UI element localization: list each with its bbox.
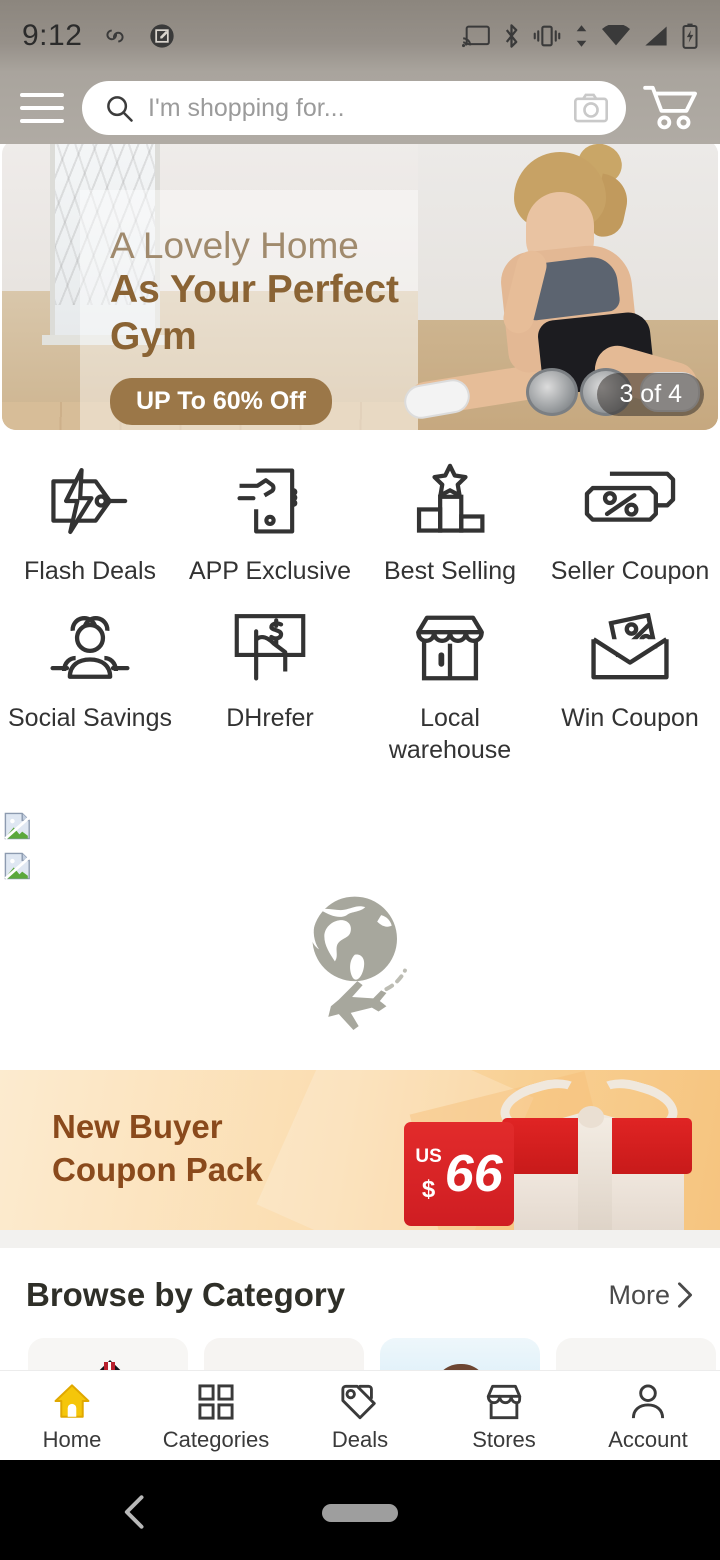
android-navigation-bar	[0, 1460, 720, 1560]
dhrefer-icon	[230, 605, 310, 691]
tab-label: Stores	[472, 1426, 536, 1452]
camera-icon[interactable]	[574, 93, 608, 123]
coupon-value-tag: US $ 66	[404, 1122, 514, 1226]
quick-link-dhrefer[interactable]: DHrefer	[180, 587, 360, 766]
tab-deals[interactable]: Deals	[288, 1379, 432, 1453]
new-buyer-coupon-banner[interactable]: US $ 66 New Buyer Coupon Pack	[0, 1070, 720, 1230]
coupon-currency: US	[415, 1145, 442, 1167]
gesture-pill[interactable]	[322, 1504, 398, 1522]
wifi-icon	[602, 25, 630, 46]
hero-dumbbell	[526, 368, 578, 416]
hero-banner-carousel[interactable]: A Lovely Home As Your Perfect Gym UP To …	[2, 140, 718, 430]
shopping-cart-icon	[643, 85, 697, 130]
quick-links-row-1: Flash Deals APP Exclusive Best Selling S…	[0, 440, 720, 587]
status-bar: 9:12	[0, 0, 720, 72]
quick-link-label: Best Selling	[383, 557, 517, 585]
cast-icon	[462, 25, 490, 48]
vibrate-icon	[533, 25, 561, 47]
broken-image-placeholders	[4, 812, 32, 892]
quick-link-label: APP Exclusive	[188, 557, 352, 585]
browse-by-category-section: Browse by Category More	[0, 1248, 720, 1428]
app-screen: 9:12 I'm shopping for... A Lovely Home A…	[0, 0, 720, 1560]
home-icon	[52, 1379, 92, 1421]
screenshot-edit-icon	[150, 24, 175, 48]
tab-stores[interactable]: Stores	[432, 1379, 576, 1453]
search-placeholder: I'm shopping for...	[148, 93, 345, 122]
battery-charging-icon	[682, 23, 698, 49]
tab-home[interactable]: Home	[0, 1379, 144, 1453]
flash-deals-icon	[45, 458, 135, 544]
tab-label: Deals	[331, 1426, 389, 1452]
status-bar-right	[462, 23, 698, 49]
category-header: Browse by Category More	[0, 1248, 720, 1314]
tab-label: Account	[608, 1426, 688, 1452]
coupon-headline-1: New Buyer	[52, 1108, 223, 1145]
tab-categories[interactable]: Categories	[144, 1379, 288, 1453]
bluetooth-icon	[505, 24, 518, 48]
social-savings-icon	[44, 605, 136, 691]
coupon-amount: 66	[444, 1144, 503, 1203]
tag-icon	[340, 1379, 380, 1421]
grid-icon	[197, 1379, 235, 1421]
quick-link-label: Social Savings	[8, 704, 172, 733]
quick-link-label: DHrefer	[226, 704, 314, 733]
cart-button[interactable]	[640, 84, 704, 132]
gift-box-illustration: US $ 66	[392, 1071, 692, 1230]
hero-copy: A Lovely Home As Your Perfect Gym UP To …	[110, 225, 510, 426]
seller-coupon-icon	[584, 458, 676, 544]
loading-placeholder	[0, 880, 720, 1040]
tab-label: Categories	[162, 1426, 270, 1452]
quick-link-win-coupon[interactable]: Win Coupon	[540, 587, 720, 766]
search-input[interactable]: I'm shopping for...	[82, 81, 626, 135]
chevron-right-icon	[678, 1282, 692, 1308]
status-time: 9:12	[22, 19, 83, 52]
hero-headline-2: As Your Perfect	[110, 268, 399, 312]
cellular-signal-icon	[645, 26, 667, 46]
person-icon	[629, 1379, 667, 1421]
quick-link-seller-coupon[interactable]: Seller Coupon	[540, 440, 720, 587]
win-coupon-icon	[587, 605, 673, 691]
section-divider	[0, 1230, 720, 1248]
coupon-dollar-sign: $	[421, 1175, 436, 1203]
hamburger-menu-icon[interactable]	[16, 88, 68, 128]
app-header: I'm shopping for...	[0, 72, 720, 144]
hero-headline-3: Gym	[110, 315, 197, 359]
broken-image-icon	[4, 812, 31, 840]
quick-links-row-2: Social Savings DHrefer Local warehouse W…	[0, 587, 720, 766]
back-chevron-icon[interactable]	[120, 1494, 150, 1530]
quick-link-label: Seller Coupon	[550, 557, 710, 585]
data-transfer-icon	[576, 25, 587, 47]
quick-link-local-warehouse[interactable]: Local warehouse	[360, 587, 540, 766]
local-warehouse-icon	[409, 605, 491, 691]
store-icon	[484, 1379, 524, 1421]
page-title: Browse by Category	[26, 1276, 346, 1313]
coupon-banner-text: New Buyer Coupon Pack	[52, 1106, 263, 1192]
carousel-counter: 3 of 4	[597, 373, 704, 416]
bottom-tab-bar: Home Categories Deals Stores Account	[0, 1370, 720, 1460]
globe-airplane-icon	[310, 896, 407, 1031]
quick-link-label: Win Coupon	[561, 704, 699, 733]
tab-label: Home	[42, 1426, 102, 1452]
coupon-headline-2: Coupon Pack	[52, 1150, 263, 1188]
tab-account[interactable]: Account	[576, 1379, 720, 1453]
hero-headline-1: A Lovely Home	[110, 225, 359, 266]
quick-link-flash-deals[interactable]: Flash Deals	[0, 440, 180, 587]
more-label: More	[608, 1279, 670, 1310]
app-exclusive-icon	[232, 458, 308, 544]
quick-link-social-savings[interactable]: Social Savings	[0, 587, 180, 766]
quick-link-label: Local warehouse	[388, 704, 512, 764]
quick-link-app-exclusive[interactable]: APP Exclusive	[180, 440, 360, 587]
quick-link-best-selling[interactable]: Best Selling	[360, 440, 540, 587]
quick-links-grid: Flash Deals APP Exclusive Best Selling S…	[0, 440, 720, 766]
search-icon	[107, 96, 133, 122]
quick-link-label: Flash Deals	[24, 557, 156, 585]
status-bar-left: 9:12	[22, 19, 176, 53]
more-link[interactable]: More	[608, 1280, 694, 1311]
link-icon	[106, 29, 124, 43]
broken-image-icon	[4, 852, 31, 880]
best-selling-icon	[411, 458, 489, 544]
hero-discount-badge[interactable]: UP To 60% Off	[110, 378, 332, 426]
